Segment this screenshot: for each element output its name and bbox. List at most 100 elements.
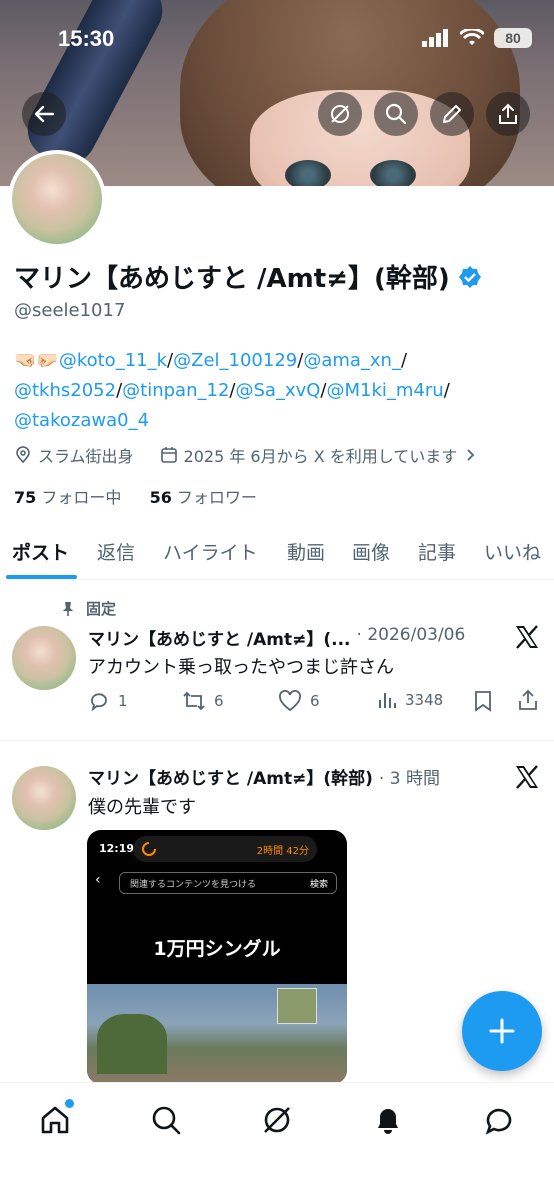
bio-mention[interactable]: @koto_11_k (59, 350, 167, 371)
back-button[interactable] (22, 92, 66, 136)
nav-home[interactable] (38, 1099, 74, 1137)
chevron-right-icon[interactable] (463, 448, 477, 462)
media-back-icon: ‹ (95, 872, 101, 888)
reply-icon (91, 693, 107, 712)
profile-name-text: マリン【あめじすと /Amt≠】(幹部) (14, 264, 450, 294)
tweet-author[interactable]: マリン【あめじすと /Amt≠】(幹部) (88, 764, 373, 789)
nav-notifications[interactable] (371, 1103, 405, 1137)
bell-icon (378, 1109, 398, 1134)
media-timer: 2時間 42分 (256, 846, 309, 857)
tab-replies[interactable]: 返信 (97, 538, 135, 565)
retweet-icon (183, 691, 205, 711)
tweet-header: マリン【あめじすと /Amt≠】(幹部) · 3 時間 (88, 764, 440, 789)
profile-avatar[interactable] (8, 150, 106, 248)
edit-button[interactable] (430, 92, 474, 136)
tweet-avatar[interactable] (12, 626, 76, 690)
home-notification-dot (65, 1099, 74, 1108)
bio-mention[interactable]: @takozawa0_4 (14, 410, 149, 431)
bio-mention[interactable]: @ama_xn_ (303, 350, 401, 371)
wifi-icon (460, 29, 484, 45)
search-icon (152, 1106, 181, 1135)
status-time: 15:30 (58, 26, 115, 51)
tab-likes[interactable]: いいね (484, 538, 541, 565)
bookmark-icon[interactable] (473, 690, 493, 712)
media-search-button: 検索 (309, 880, 328, 890)
tweet-author[interactable]: マリン【あめじすと /Amt≠】(... (88, 625, 351, 650)
plus-icon (489, 1018, 515, 1044)
bio-mention[interactable]: @tinpan_12 (122, 380, 229, 401)
retweet-button[interactable]: 6 (182, 690, 224, 712)
following-label: フォロー中 (41, 488, 122, 507)
media-dynamic-island: 2時間 42分 (133, 836, 317, 862)
arrow-left-icon (34, 105, 55, 123)
like-button[interactable]: 6 (278, 690, 320, 712)
media-time: 12:19 (99, 842, 135, 855)
tab-articles[interactable]: 記事 (418, 538, 456, 565)
profile-name: マリン【あめじすと /Amt≠】(幹部) (14, 258, 482, 295)
x-logo-icon[interactable] (514, 764, 540, 790)
media-search-bar: 関連するコンテンツを見つける 検索 (119, 872, 337, 894)
tab-videos[interactable]: 動画 (287, 538, 325, 565)
tweet-media[interactable]: 12:19 2時間 42分 ‹ 関連するコンテンツを見つける 検索 1万円シング… (87, 830, 347, 1084)
search-button[interactable] (374, 92, 418, 136)
x-logo-icon[interactable] (514, 624, 540, 650)
search-icon (385, 103, 407, 125)
media-tree (97, 1014, 167, 1074)
verified-badge-icon[interactable] (458, 265, 482, 289)
compose-button[interactable] (462, 991, 542, 1071)
pinned-label: 固定 (60, 598, 116, 619)
banner-eye-left (285, 160, 331, 186)
like-count: 6 (310, 692, 320, 710)
signal-icon (422, 29, 448, 47)
following-link[interactable]: 75 フォロー中 (14, 488, 121, 507)
reply-count: 1 (118, 692, 128, 710)
following-count: 75 (14, 488, 37, 507)
banner-eye-right (370, 160, 416, 186)
followers-link[interactable]: 56 フォロワー (150, 488, 257, 507)
bio-mention[interactable]: @Zel_100129 (173, 350, 297, 371)
follow-counts: 75 フォロー中 56 フォロワー (14, 484, 257, 508)
share-button[interactable] (486, 92, 530, 136)
profile-joined[interactable]: 2025 年 6月から X を利用しています (184, 443, 458, 467)
retweet-count: 6 (214, 692, 224, 710)
nav-grok[interactable] (260, 1103, 294, 1137)
tweet-avatar[interactable] (12, 766, 76, 830)
bottom-nav (0, 1082, 554, 1200)
bio-mention[interactable]: @M1ki_m4ru (327, 380, 444, 401)
bio-mention[interactable]: @Sa_xvQ (235, 380, 320, 401)
tweet-header: マリン【あめじすと /Amt≠】(... · 2026/03/06 (88, 625, 465, 650)
pinned-text: 固定 (86, 600, 117, 618)
tab-highlights[interactable]: ハイライト (163, 538, 258, 565)
share-icon[interactable] (517, 689, 539, 711)
tab-images[interactable]: 画像 (352, 538, 390, 565)
bio-emoji: 🤜🏻🤛🏻 (14, 350, 59, 371)
grok-icon (331, 105, 349, 123)
tweet-text: 僕の先輩です (88, 797, 196, 818)
tweet-text: アカウント乗っ取ったやつまじ許さん (88, 657, 394, 678)
followers-label: フォロワー (176, 488, 257, 507)
location-pin-icon (16, 446, 30, 464)
bio-mention[interactable]: @tkhs2052 (14, 380, 116, 401)
pencil-icon (443, 105, 461, 123)
timer-icon (142, 842, 156, 856)
profile-tabs: ポスト 返信 ハイライト 動画 画像 記事 いいね (0, 530, 554, 580)
tweet-date[interactable]: · 2026/03/06 (357, 625, 466, 650)
status-icons: 80 (422, 28, 532, 48)
home-icon (41, 1106, 69, 1134)
reply-button[interactable]: 1 (88, 690, 128, 712)
battery-indicator: 80 (494, 28, 532, 48)
message-icon (485, 1108, 512, 1135)
tweet-time[interactable]: · 3 時間 (379, 764, 440, 789)
followers-count: 56 (149, 488, 172, 507)
analytics-icon (379, 693, 396, 708)
profile-meta: スラム街出身 2025 年 6月から X を利用しています (14, 443, 477, 467)
media-search-placeholder: 関連するコンテンツを見つける (130, 880, 257, 890)
media-title: 1万円シングル (153, 938, 281, 960)
nav-messages[interactable] (482, 1103, 516, 1137)
views-button[interactable]: 3348 (377, 690, 443, 710)
grok-button[interactable] (318, 92, 362, 136)
tab-posts[interactable]: ポスト (12, 538, 69, 565)
heart-icon (279, 690, 301, 712)
media-game-scene (87, 984, 347, 1084)
nav-search[interactable] (149, 1103, 183, 1137)
